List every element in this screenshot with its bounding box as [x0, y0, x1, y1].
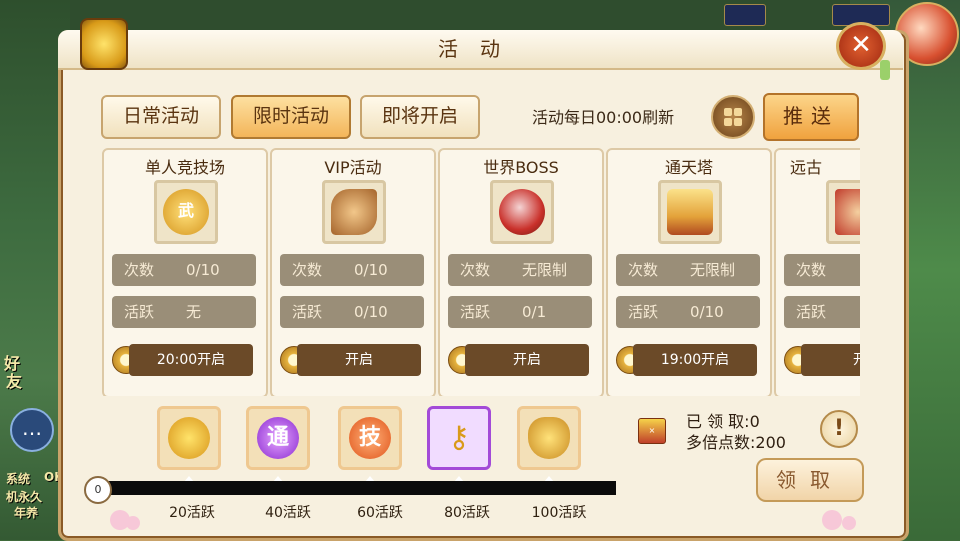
- key-icon: ⚷: [448, 420, 470, 455]
- tong-token-icon: 通: [257, 417, 299, 459]
- reward-chest-100[interactable]: [517, 406, 581, 470]
- reward-threshold: 80活跃: [444, 505, 490, 521]
- reward-chest-20[interactable]: [157, 406, 221, 470]
- refresh-info: 活动每日00:00刷新: [532, 108, 675, 127]
- count-row: 次数 0/10: [112, 254, 256, 286]
- activity-name: 单人竞技场: [144, 158, 225, 177]
- ancient-hero-icon: [826, 180, 860, 244]
- grid-icon: [724, 118, 732, 126]
- reward-chest-80[interactable]: ⚷: [427, 406, 491, 470]
- count-row: 次数 无限制: [448, 254, 592, 286]
- grid-icon: [724, 108, 732, 116]
- open-time-button[interactable]: 20:00开启: [129, 344, 253, 376]
- reward-chest-40[interactable]: 通: [246, 406, 310, 470]
- activity-card[interactable]: 单人竞技场 武 次数 0/10 活跃无 20:00开启: [102, 148, 268, 396]
- side-tag-raise: 年养: [14, 506, 39, 520]
- grid-icon: [734, 118, 742, 126]
- side-tag-friend-2[interactable]: 友: [6, 368, 22, 392]
- push-button[interactable]: 推送: [763, 93, 859, 141]
- blossom-decoration: [126, 516, 140, 530]
- blossom-decoration: [822, 510, 842, 530]
- grid-icon: [734, 108, 742, 116]
- active-row: 活跃 0/10: [280, 296, 424, 328]
- tab-limited[interactable]: 限时活动: [231, 95, 351, 139]
- open-time-button[interactable]: 19:00开启: [633, 344, 757, 376]
- multiplier-badge-icon: ×: [638, 418, 666, 444]
- activity-card[interactable]: 远古 次数 活跃 开: [774, 148, 860, 396]
- side-tag-forever: 机永久: [6, 490, 43, 504]
- chat-bubble-icon[interactable]: …: [10, 408, 54, 452]
- resource-bar-1: [724, 4, 766, 26]
- activity-card[interactable]: 世界BOSS 次数 无限制 活跃 0/1 开启: [438, 148, 604, 396]
- scroll-emblem-icon: [80, 18, 128, 70]
- reward-threshold: 40活跃: [265, 505, 311, 521]
- reward-chest-60[interactable]: 技: [338, 406, 402, 470]
- panel-title: 活动: [438, 37, 522, 61]
- reward-threshold: 20活跃: [169, 505, 215, 521]
- tab-upcoming[interactable]: 即将开启: [360, 95, 480, 139]
- grid-menu-button[interactable]: [711, 95, 755, 139]
- reward-threshold: 100活跃: [531, 505, 587, 521]
- game-top-strip: [0, 0, 960, 32]
- close-button[interactable]: ✕: [836, 22, 886, 70]
- progress-value: 0: [84, 476, 112, 504]
- activity-card-list[interactable]: 单人竞技场 武 次数 0/10 活跃无 20:00开启 VIP活动 次数 0/10 …: [102, 148, 860, 396]
- activity-name: 远古: [790, 158, 823, 177]
- count-row: 次数 0/10: [280, 254, 424, 286]
- open-time-button[interactable]: 开: [801, 344, 860, 376]
- tassel-decoration: [880, 60, 890, 80]
- activity-card[interactable]: VIP活动 次数 0/10 活跃 0/10 开启: [270, 148, 436, 396]
- count-row: 次数 无限制: [616, 254, 760, 286]
- active-row: 活跃: [784, 296, 860, 328]
- activity-card[interactable]: 通天塔 次数 无限制 活跃 0/10 19:00开启: [606, 148, 772, 396]
- count-row: 次数: [784, 254, 860, 286]
- active-row: 活跃 0/10: [616, 296, 760, 328]
- reward-threshold: 60活跃: [357, 505, 403, 521]
- tab-daily[interactable]: 日常活动: [101, 95, 221, 139]
- treasure-bag-icon: [528, 417, 570, 459]
- activity-name: 通天塔: [664, 158, 713, 177]
- claim-button[interactable]: 领取: [756, 458, 864, 502]
- blossom-decoration: [842, 516, 856, 530]
- gold-coin-icon: [168, 417, 210, 459]
- info-button[interactable]: !: [820, 410, 858, 448]
- open-time-button[interactable]: 开启: [297, 344, 421, 376]
- side-tag-system: 系统: [6, 472, 31, 486]
- skill-token-icon: 技: [349, 417, 391, 459]
- activity-name: 世界BOSS: [483, 158, 559, 177]
- warrior-medal-icon: 武: [154, 180, 218, 244]
- boss-orb-icon: [490, 180, 554, 244]
- activity-progress-bar: [98, 481, 616, 495]
- horn-icon: [322, 180, 386, 244]
- active-row: 活跃无: [112, 296, 256, 328]
- multiplier-points: 多倍点数:200: [686, 433, 786, 452]
- tower-icon: [658, 180, 722, 244]
- active-row: 活跃 0/1: [448, 296, 592, 328]
- open-time-button[interactable]: 开启: [465, 344, 589, 376]
- activity-name: VIP活动: [324, 158, 382, 177]
